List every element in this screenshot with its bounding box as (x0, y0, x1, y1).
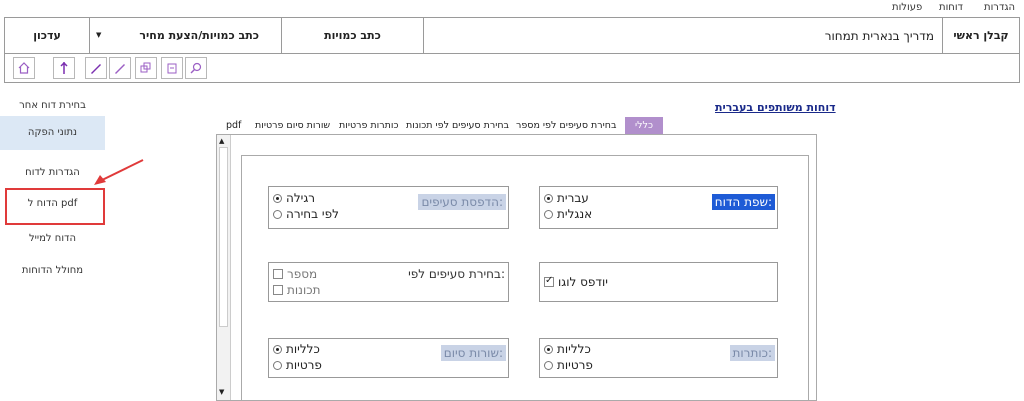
sidebar-item-production-data[interactable]: נתוני הפקה (0, 116, 105, 150)
group-select-by: בחירת סעיפים לפי: מספר תכונות (268, 262, 509, 302)
header-price-guide[interactable]: מדריך בנארית תמחור (423, 18, 942, 53)
radio-regular-control[interactable] (273, 193, 282, 203)
group-print-items: הדפסת סעיפים: רגילה לפי בחירה (268, 186, 509, 229)
checkbox-logo-label: יודפס לוגו (558, 275, 608, 289)
radio-regular[interactable]: רגילה (273, 191, 315, 205)
checkbox-logo-control[interactable] (544, 275, 554, 287)
checkbox-by-number-label: מספר (287, 267, 318, 281)
page-title: דוחות משותפים בעברית (715, 101, 836, 114)
annotation-highlight-box (5, 188, 105, 225)
sidebar-item-report-generator[interactable]: מחולל הדוחות (0, 265, 105, 276)
radio-end-rows-private-control[interactable] (273, 360, 282, 370)
group-select-by-title: בחירת סעיפים לפי: (408, 267, 505, 281)
radio-end-rows-general-label: כלליות (286, 342, 320, 356)
tab-by-properties[interactable]: בחירת סעיפים לפי תכונות (406, 117, 509, 134)
group-end-rows-title: שורות סיום: (440, 345, 506, 361)
checkbox-by-properties-label: תכונות (287, 283, 321, 297)
menu-actions[interactable]: פעולות (892, 2, 922, 13)
group-logo: יודפס לוגו (539, 262, 778, 302)
radio-headers-private-label: פרטיות (557, 358, 593, 372)
scroll-thumb[interactable] (219, 147, 228, 327)
scrollbar[interactable]: ▲ ▼ (217, 135, 231, 400)
radio-headers-general-control[interactable] (544, 344, 553, 354)
menu-settings[interactable]: הגדרות (984, 2, 1015, 13)
header-update[interactable]: עדכון (5, 18, 89, 53)
checkbox-by-properties[interactable]: תכונות (273, 283, 320, 297)
checkbox-by-properties-control[interactable] (273, 285, 283, 295)
radio-by-selection-label: לפי בחירה (286, 207, 339, 221)
group-language-title: שפת הדוח: (711, 194, 775, 210)
chevron-down-icon[interactable]: ▼ (96, 31, 101, 39)
header-bill-quote[interactable]: כתב כמויות/הצעת מחיר ▼ (89, 18, 281, 53)
group-language: שפת הדוח: עברית אנגלית (539, 186, 778, 229)
annotation-arrow-icon (94, 159, 144, 185)
radio-end-rows-general[interactable]: כלליות (273, 342, 320, 356)
header-bill-quote-label: כתב כמויות/הצעת מחיר (139, 29, 259, 42)
search-icon[interactable] (185, 57, 207, 79)
sidebar: בחירת דוח אחר נתוני הפקה הגדרות לדוח הדו… (0, 84, 106, 401)
tab-private-headers[interactable]: כותרות פרטיות (339, 117, 398, 134)
scroll-up-icon[interactable]: ▲ (219, 137, 224, 145)
radio-english-control[interactable] (544, 209, 553, 219)
radio-hebrew[interactable]: עברית (544, 191, 589, 205)
tab-pdf[interactable]: pdf (226, 117, 241, 134)
sidebar-item-choose-report[interactable]: בחירת דוח אחר (0, 100, 105, 111)
radio-end-rows-private[interactable]: פרטיות (273, 358, 322, 372)
radio-headers-private-control[interactable] (544, 360, 553, 370)
home-icon[interactable] (13, 57, 35, 79)
checkbox-by-number[interactable]: מספר (273, 267, 317, 281)
top-menu: הגדרות דוחות פעולות (0, 0, 1024, 16)
radio-hebrew-control[interactable] (544, 193, 553, 203)
tab-by-number[interactable]: בחירת סעיפים לפי מספר (516, 117, 616, 134)
radio-headers-general-label: כלליות (557, 342, 591, 356)
menu-reports[interactable]: דוחות (939, 2, 963, 13)
radio-hebrew-label: עברית (557, 191, 589, 205)
header-contractor[interactable]: קבלן ראשי (942, 18, 1019, 53)
header-bill-quantities[interactable]: כתב כמויות (281, 18, 423, 53)
group-headers: כותרות: כלליות פרטיות (539, 338, 778, 378)
scroll-down-icon[interactable]: ▼ (219, 388, 224, 396)
group-print-items-title: הדפסת סעיפים: (418, 194, 506, 210)
sidebar-item-report-mail[interactable]: הדוח למייל (0, 233, 105, 244)
checkbox-by-number-control[interactable] (273, 269, 283, 279)
pencil-down-icon[interactable] (109, 57, 131, 79)
radio-by-selection[interactable]: לפי בחירה (273, 207, 339, 221)
group-end-rows: שורות סיום: כלליות פרטיות (268, 338, 509, 378)
toolbar (4, 54, 1020, 83)
group-headers-title: כותרות: (729, 345, 775, 361)
radio-regular-label: רגילה (286, 191, 316, 205)
radio-headers-private[interactable]: פרטיות (544, 358, 593, 372)
tab-private-end-rows[interactable]: שורות סיום פרטיות (255, 117, 330, 134)
radio-english-label: אנגלית (557, 207, 593, 221)
radio-by-selection-control[interactable] (273, 209, 282, 219)
radio-end-rows-private-label: פרטיות (286, 358, 322, 372)
checkbox-logo[interactable]: יודפס לוגו (544, 275, 608, 289)
copy-icon[interactable] (135, 57, 157, 79)
header-bar: קבלן ראשי מדריך בנארית תמחור כתב כמויות … (4, 17, 1020, 54)
radio-headers-general[interactable]: כלליות (544, 342, 591, 356)
radio-end-rows-general-control[interactable] (273, 344, 282, 354)
pencil-up-icon[interactable] (85, 57, 107, 79)
export-icon[interactable] (161, 57, 183, 79)
radio-english[interactable]: אנגלית (544, 207, 592, 221)
pin-icon[interactable] (53, 57, 75, 79)
tab-general[interactable]: כללי (625, 117, 663, 134)
